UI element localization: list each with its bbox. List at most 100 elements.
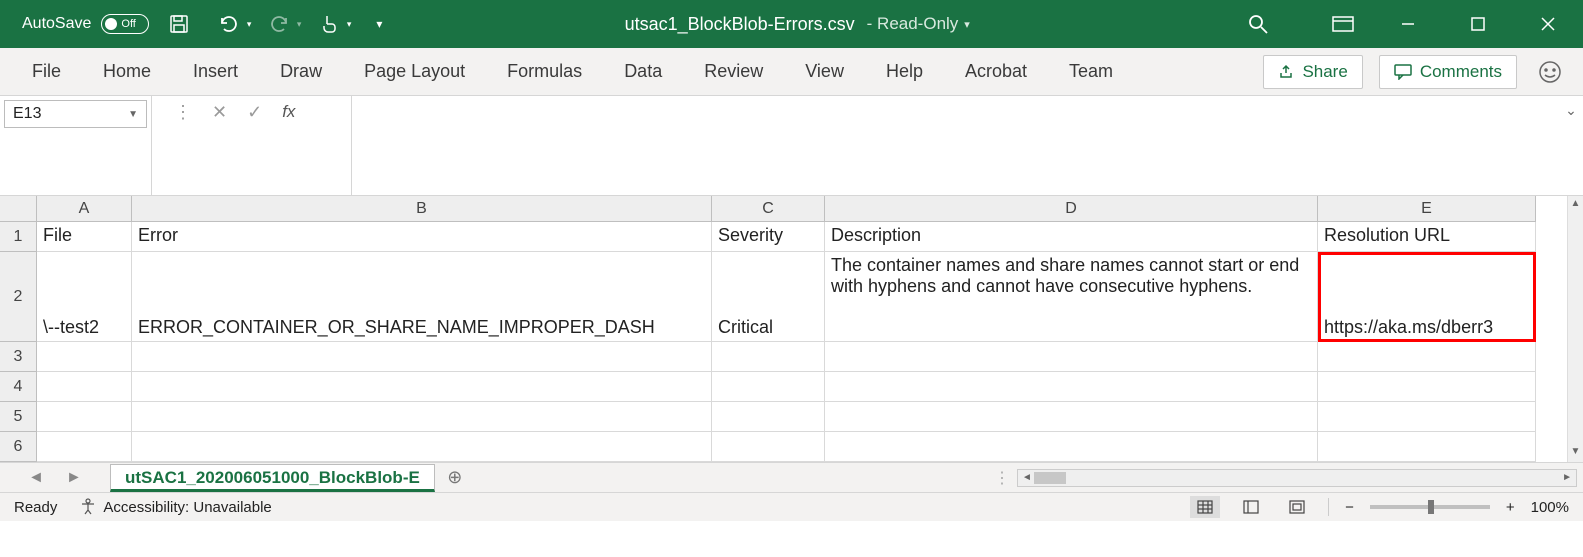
col-header-e[interactable]: E (1318, 196, 1536, 222)
cell-e2[interactable]: https://aka.ms/dberr3 (1318, 252, 1536, 342)
row-header-1[interactable]: 1 (0, 222, 37, 252)
undo-icon[interactable]: ▾ (217, 12, 241, 36)
row-header-4[interactable]: 4 (0, 372, 37, 402)
zoom-slider[interactable] (1370, 505, 1490, 509)
cell-e4[interactable] (1318, 372, 1536, 402)
sheet-prev-icon[interactable]: ◄ (28, 469, 44, 487)
select-all-corner[interactable] (0, 196, 37, 222)
tab-help[interactable]: Help (878, 55, 931, 88)
cell-a3[interactable] (37, 342, 132, 372)
view-page-break-icon[interactable] (1282, 496, 1312, 518)
col-header-a[interactable]: A (37, 196, 132, 222)
row-header-5[interactable]: 5 (0, 402, 37, 432)
cell-b3[interactable] (132, 342, 712, 372)
feedback-smiley-icon[interactable] (1533, 55, 1567, 89)
cell-e3[interactable] (1318, 342, 1536, 372)
cell-e5[interactable] (1318, 402, 1536, 432)
add-sheet-button[interactable]: ⊕ (435, 467, 475, 488)
zoom-in-button[interactable]: + (1506, 499, 1515, 516)
close-button[interactable] (1513, 0, 1583, 48)
minimize-button[interactable] (1373, 0, 1443, 48)
insert-function-icon[interactable]: fx (282, 102, 295, 122)
cell-e1[interactable]: Resolution URL (1318, 222, 1536, 252)
formula-input[interactable] (352, 96, 1559, 195)
enter-formula-icon[interactable]: ✓ (247, 102, 262, 123)
row-header-2[interactable]: 2 (0, 252, 37, 342)
vertical-scrollbar[interactable]: ▲ ▼ (1567, 196, 1583, 462)
row-header-3[interactable]: 3 (0, 342, 37, 372)
tab-home[interactable]: Home (95, 55, 159, 88)
touch-mode-icon[interactable]: ▾ (317, 12, 341, 36)
cell-c6[interactable] (712, 432, 825, 462)
view-normal-icon[interactable] (1190, 496, 1220, 518)
cancel-formula-icon[interactable]: ✕ (212, 102, 227, 123)
cells-region[interactable]: File Error Severity Description Resoluti… (37, 222, 1567, 462)
maximize-button[interactable] (1443, 0, 1513, 48)
scroll-up-icon[interactable]: ▲ (1571, 198, 1581, 212)
qat-customize-icon[interactable]: ▾ (367, 12, 391, 36)
cell-b4[interactable] (132, 372, 712, 402)
sheet-grip-icon[interactable]: ⋮ (987, 468, 1017, 488)
row-header-6[interactable]: 6 (0, 432, 37, 462)
cell-a1[interactable]: File (37, 222, 132, 252)
undo-dropdown-icon[interactable]: ▾ (247, 19, 252, 30)
col-header-d[interactable]: D (825, 196, 1318, 222)
cell-c1[interactable]: Severity (712, 222, 825, 252)
cell-b1[interactable]: Error (132, 222, 712, 252)
zoom-out-button[interactable]: − (1345, 499, 1354, 516)
tab-formulas[interactable]: Formulas (499, 55, 590, 88)
touch-dropdown-icon[interactable]: ▾ (347, 19, 352, 30)
readonly-indicator[interactable]: - Read-Only ▾ (867, 14, 970, 34)
accessibility-status[interactable]: Accessibility: Unavailable (79, 498, 271, 516)
namebox-dropdown-icon[interactable]: ▼ (128, 109, 138, 120)
tab-page-layout[interactable]: Page Layout (356, 55, 473, 88)
cell-d5[interactable] (825, 402, 1318, 432)
cell-a4[interactable] (37, 372, 132, 402)
cell-a6[interactable] (37, 432, 132, 462)
autosave-toggle-group[interactable]: AutoSave Off (22, 14, 149, 34)
cell-b5[interactable] (132, 402, 712, 432)
tab-file[interactable]: File (24, 55, 69, 88)
cell-c5[interactable] (712, 402, 825, 432)
tab-data[interactable]: Data (616, 55, 670, 88)
cell-b2[interactable]: ERROR_CONTAINER_OR_SHARE_NAME_IMPROPER_D… (132, 252, 712, 342)
cell-d1[interactable]: Description (825, 222, 1318, 252)
cell-d6[interactable] (825, 432, 1318, 462)
scroll-down-icon[interactable]: ▼ (1571, 446, 1581, 460)
sheet-tab-active[interactable]: utSAC1_202006051000_BlockBlob-E (110, 464, 435, 492)
scroll-left-icon[interactable]: ◄ (1022, 472, 1032, 483)
ribbon-display-options-icon[interactable] (1313, 0, 1373, 48)
cell-b6[interactable] (132, 432, 712, 462)
cell-d3[interactable] (825, 342, 1318, 372)
tab-draw[interactable]: Draw (272, 55, 330, 88)
cell-c3[interactable] (712, 342, 825, 372)
cell-a2[interactable]: \--test2 (37, 252, 132, 342)
cell-c2[interactable]: Critical (712, 252, 825, 342)
tab-view[interactable]: View (797, 55, 852, 88)
zoom-level[interactable]: 100% (1531, 499, 1569, 516)
col-header-c[interactable]: C (712, 196, 825, 222)
cell-a5[interactable] (37, 402, 132, 432)
save-icon[interactable] (167, 12, 191, 36)
expand-formula-bar-icon[interactable]: ⌄ (1559, 96, 1583, 195)
comments-button[interactable]: Comments (1379, 55, 1517, 89)
name-box[interactable]: E13 ▼ (4, 100, 147, 128)
horizontal-scrollbar[interactable]: ◄ ► (1017, 469, 1577, 487)
hscroll-thumb[interactable] (1034, 472, 1066, 484)
share-button[interactable]: Share (1263, 55, 1362, 89)
cell-c4[interactable] (712, 372, 825, 402)
tab-acrobat[interactable]: Acrobat (957, 55, 1035, 88)
cell-d4[interactable] (825, 372, 1318, 402)
search-button[interactable] (1203, 13, 1313, 35)
col-header-b[interactable]: B (132, 196, 712, 222)
cell-e6[interactable] (1318, 432, 1536, 462)
sheet-next-icon[interactable]: ► (66, 469, 82, 487)
sheet-nav[interactable]: ◄ ► (0, 469, 110, 487)
scroll-right-icon[interactable]: ► (1562, 472, 1572, 483)
tab-insert[interactable]: Insert (185, 55, 246, 88)
view-page-layout-icon[interactable] (1236, 496, 1266, 518)
cell-d2[interactable]: The container names and share names cann… (825, 252, 1318, 342)
zoom-slider-knob[interactable] (1428, 500, 1434, 514)
autosave-switch[interactable]: Off (101, 14, 149, 34)
tab-team[interactable]: Team (1061, 55, 1121, 88)
